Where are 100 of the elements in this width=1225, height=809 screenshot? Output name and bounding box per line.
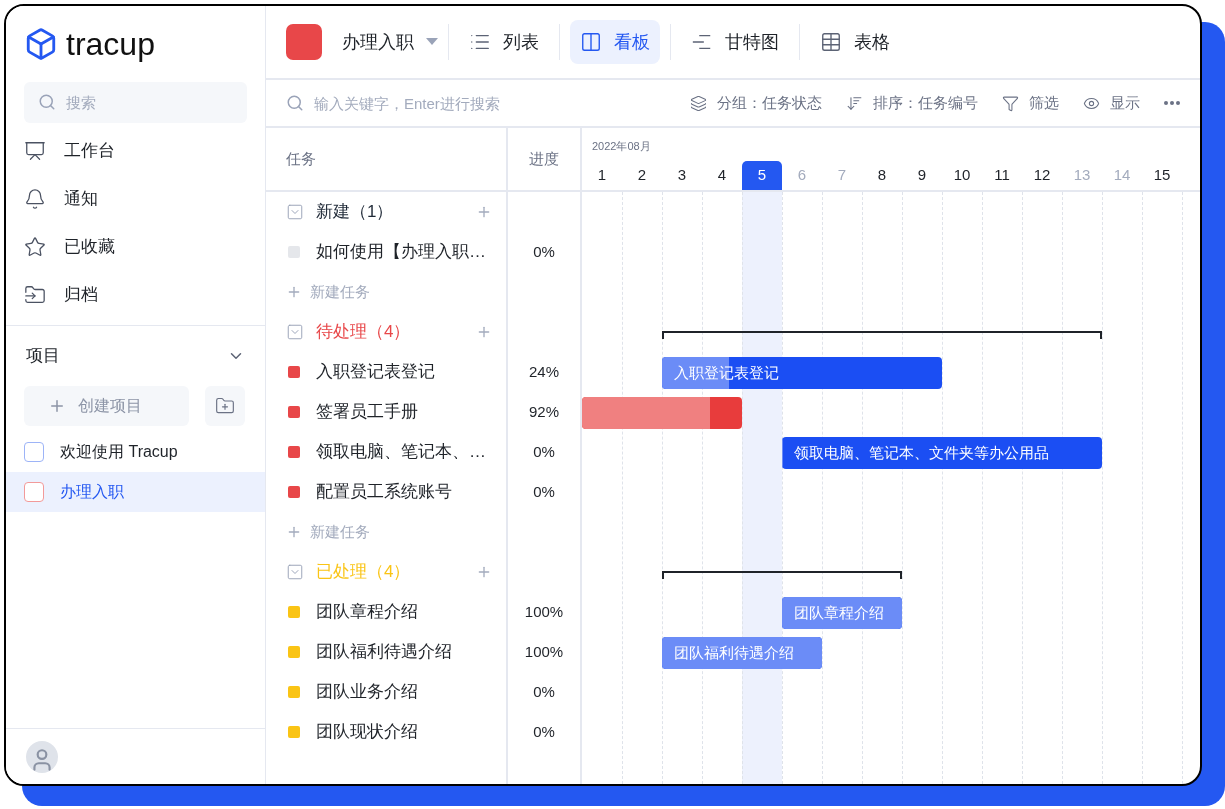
group-toggle-icon[interactable] [286, 203, 304, 221]
bar-label: 团队章程介绍 [794, 602, 884, 623]
group-title: 待处理（4） [316, 321, 411, 344]
plus-icon [286, 524, 302, 540]
task-row[interactable]: 团队业务介绍 [266, 672, 506, 712]
day-label: 14 [1112, 165, 1132, 186]
progress-value: 100% [524, 641, 564, 662]
day-label: 4 [716, 165, 728, 186]
folder-arrow-icon [24, 284, 46, 306]
group-title: 新建（1） [316, 201, 394, 224]
day-label: 11 [993, 165, 1011, 186]
more-icon [1164, 101, 1180, 105]
day-label: 3 [676, 165, 688, 186]
day-label: 7 [836, 165, 848, 186]
project-item[interactable]: 办理入职 [6, 472, 265, 512]
caret-icon [426, 38, 438, 46]
task-row[interactable]: 如何使用【办理入职… [266, 232, 506, 272]
task-row[interactable]: 签署员工手册 [266, 392, 506, 432]
column-header: 任务 [286, 148, 316, 169]
group-toggle-icon[interactable] [286, 563, 304, 581]
folder-plus-icon [215, 396, 235, 416]
search-icon [38, 93, 56, 111]
task-name: 领取电脑、笔记本、… [316, 441, 486, 464]
view-tab[interactable]: 甘特图 [681, 20, 789, 64]
view-tab[interactable]: 列表 [459, 20, 549, 64]
nav-item[interactable]: 归档 [6, 271, 265, 319]
day-label: 12 [1032, 165, 1052, 186]
view-tab[interactable]: 表格 [810, 20, 900, 64]
progress-value: 0% [533, 241, 555, 262]
group-toggle-icon[interactable] [286, 323, 304, 341]
star-icon [24, 236, 46, 258]
task-row[interactable]: 团队章程介绍 [266, 592, 506, 632]
project-item[interactable]: 欢迎使用 Tracup [6, 432, 265, 472]
day-label: 2 [636, 165, 648, 186]
progress-value: 0% [533, 721, 555, 742]
task-name: 团队业务介绍 [316, 681, 418, 704]
day-label: 5 [742, 161, 782, 190]
task-row[interactable]: 入职登记表登记 [266, 352, 506, 392]
toolbar-action[interactable]: 排序：任务编号 [846, 91, 978, 115]
task-name: 团队现状介绍 [316, 721, 418, 744]
day-label: 15 [1152, 165, 1172, 186]
day-label: 9 [916, 165, 928, 186]
progress-value: 100% [524, 601, 564, 622]
presentation-board-icon [24, 140, 46, 162]
brand-name: tracup [66, 28, 155, 60]
section-title: 项目 [26, 345, 60, 368]
day-label: 6 [796, 165, 808, 186]
nav-item[interactable]: 通知 [6, 175, 265, 223]
plus-icon [286, 284, 302, 300]
task-name: 团队福利待遇介绍 [316, 641, 452, 664]
task-bar[interactable] [582, 397, 742, 429]
task-row[interactable]: 领取电脑、笔记本、… [266, 432, 506, 472]
task-name: 配置员工系统账号 [316, 481, 452, 504]
task-name: 入职登记表登记 [316, 361, 435, 384]
toolbar-action[interactable]: 分组：任务状态 [690, 91, 822, 115]
day-label: 10 [952, 165, 972, 186]
board-icon [580, 31, 602, 53]
task-bar[interactable]: 入职登记表登记 [662, 357, 942, 389]
bar-label: 入职登记表登记 [674, 362, 779, 383]
progress-value: 0% [533, 481, 555, 502]
column-header: 进度 [529, 148, 559, 169]
bar-label: 团队福利待遇介绍 [674, 642, 794, 663]
nav-item[interactable]: 已收藏 [6, 223, 265, 271]
layers-icon [690, 94, 707, 112]
progress-value: 0% [533, 681, 555, 702]
new-folder-button[interactable] [205, 386, 245, 426]
task-name: 如何使用【办理入职… [316, 241, 486, 264]
project-dropdown[interactable]: 办理入职 [342, 28, 438, 56]
view-tab[interactable]: 看板 [570, 20, 660, 64]
filter-icon [1002, 94, 1019, 112]
search-icon [286, 94, 304, 112]
task-row[interactable]: 团队现状介绍 [266, 712, 506, 752]
sort-icon [846, 94, 863, 112]
bell-icon [24, 188, 46, 210]
search-field[interactable]: 搜索 [24, 82, 247, 123]
add-task-icon[interactable] [476, 564, 492, 580]
progress-value: 92% [529, 401, 559, 422]
task-name: 签署员工手册 [316, 401, 418, 424]
add-task-icon[interactable] [476, 204, 492, 220]
task-row[interactable]: 团队福利待遇介绍 [266, 632, 506, 672]
task-name: 团队章程介绍 [316, 601, 418, 624]
progress-value: 0% [533, 441, 555, 462]
plus-icon [48, 397, 66, 415]
keyword-search-field[interactable]: 输入关键字，Enter进行搜索 [314, 88, 604, 118]
add-task-icon[interactable] [476, 324, 492, 340]
toolbar-action[interactable]: 筛选 [1002, 91, 1059, 115]
day-label: 1 [596, 165, 608, 186]
group-title: 已处理（4） [316, 561, 411, 584]
avatar[interactable] [26, 740, 58, 773]
task-row[interactable]: 配置员工系统账号 [266, 472, 506, 512]
table-icon [820, 31, 842, 53]
day-label: 13 [1072, 165, 1092, 186]
task-bar[interactable]: 领取电脑、笔记本、文件夹等办公用品 [782, 437, 1102, 469]
month-label: 2022年08月 [592, 139, 652, 154]
nav-item[interactable]: 工作台 [6, 127, 265, 175]
logo-icon [24, 27, 58, 61]
toolbar-action[interactable]: 显示 [1083, 91, 1140, 115]
day-label: 8 [876, 165, 888, 186]
more-button[interactable] [1164, 101, 1180, 105]
progress-value: 24% [529, 361, 559, 382]
